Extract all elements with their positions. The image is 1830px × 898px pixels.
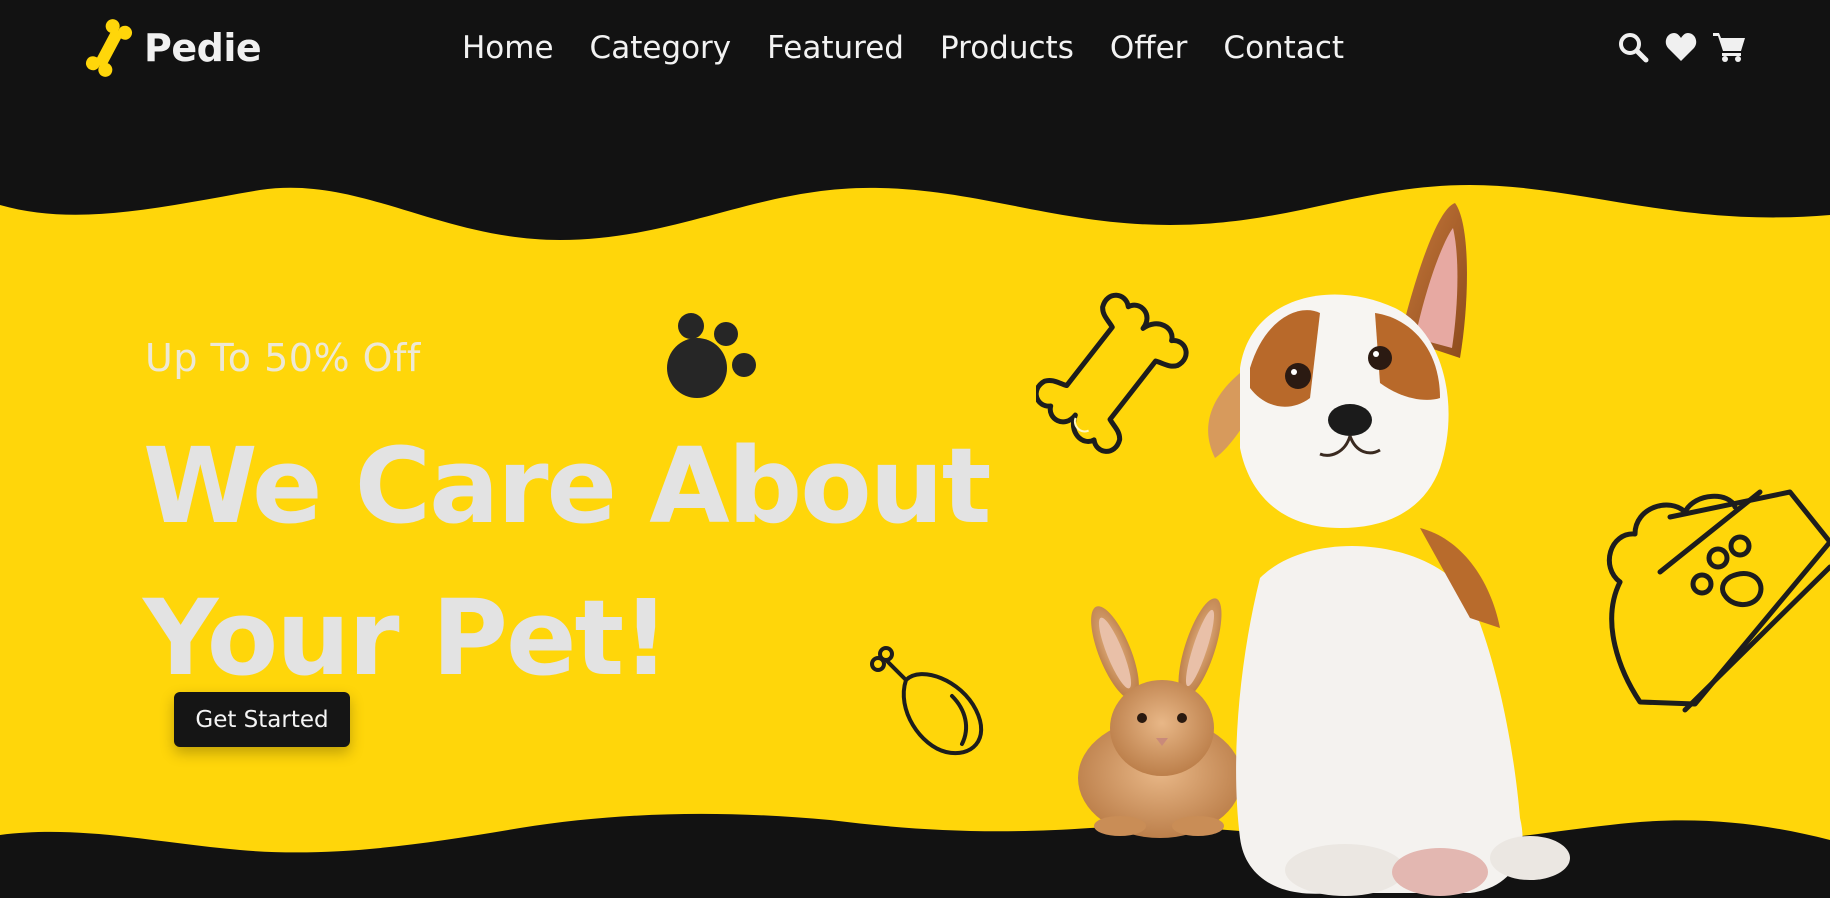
pet-bowl-icon [1606, 489, 1830, 713]
navbar: Pedie Home Category Featured Products Of… [0, 0, 1830, 104]
nav-home-link[interactable]: Home [462, 30, 554, 66]
puppy-image [1208, 203, 1570, 896]
nav-offer-link[interactable]: Offer [1110, 30, 1188, 66]
nav-contact-link[interactable]: Contact [1223, 30, 1344, 66]
nav-products-link[interactable]: Products [940, 30, 1074, 66]
search-button[interactable] [1616, 30, 1650, 64]
main-menu: Home Category Featured Products Offer Co… [462, 30, 1344, 66]
nav-category-link[interactable]: Category [590, 30, 732, 66]
chicken-leg-icon [870, 646, 984, 756]
brand-logo[interactable]: Pedie [84, 18, 262, 78]
brand-name: Pedie [144, 26, 262, 70]
search-icon [1619, 33, 1649, 63]
bone-logo-icon [85, 19, 133, 77]
cart-icon [1713, 33, 1745, 62]
header-actions [1616, 30, 1746, 64]
nav-featured-link[interactable]: Featured [767, 30, 904, 66]
paw-print-icon [667, 313, 756, 398]
headline-line-1: We Care About [143, 425, 991, 547]
cart-button[interactable] [1712, 30, 1746, 64]
get-started-button[interactable]: Get Started [174, 692, 350, 747]
offer-text: Up To 50% Off [145, 336, 421, 380]
heart-icon [1665, 33, 1697, 61]
wishlist-button[interactable] [1664, 30, 1698, 64]
